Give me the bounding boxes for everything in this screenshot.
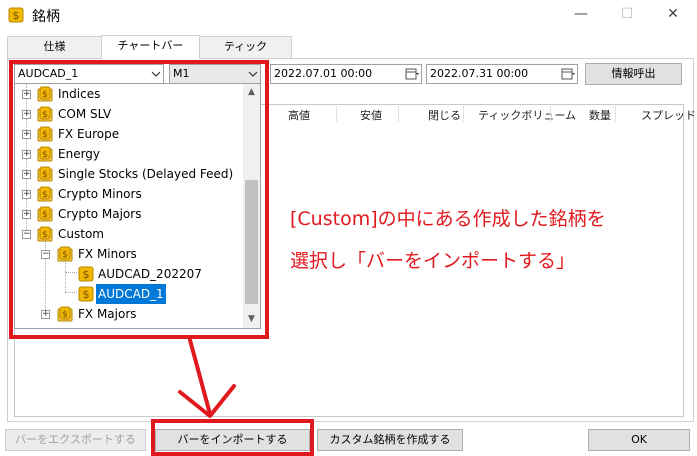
coin-folder-icon: $ [37,126,53,142]
column-header-low[interactable]: 安値 [360,107,382,123]
tree-scrollbar[interactable]: ▲ ▼ [243,84,260,328]
column-divider [463,106,464,122]
column-header-spread[interactable]: スプレッド [641,107,696,123]
title-bar: $ 銘柄 — ☐ ✕ [0,0,697,30]
column-divider [550,106,551,122]
scroll-thumb[interactable] [245,180,258,304]
coin-folder-icon: $ [37,186,53,202]
coin-folder-icon: $ [57,306,73,322]
tree-item-label: FX Minors [78,247,137,261]
date-from-field[interactable]: 2022.07.01 00:00 [270,64,422,84]
svg-text:$: $ [62,250,68,260]
ok-button[interactable]: OK [588,429,690,451]
tab-chart-bars[interactable]: チャートバー [101,35,200,59]
import-bars-button[interactable]: バーをインポートする [155,429,310,451]
scroll-down-icon[interactable]: ▼ [243,311,260,328]
annotation-line-2: 選択し「バーをインポートする」 [290,250,576,272]
tab-specification[interactable]: 仕様 [7,36,102,58]
arrow-annotation [178,338,236,418]
expand-icon[interactable]: + [22,210,31,219]
date-to-field[interactable]: 2022.07.31 00:00 [426,64,578,84]
column-header-tick-volume[interactable]: ティックボリューム [478,107,576,123]
column-divider [336,106,337,122]
tree-item-label: Energy [58,147,101,161]
coin-folder-icon: $ [37,106,53,122]
coin-symbol-icon: $ [78,266,94,282]
annotation-line-1: [Custom]の中にある作成した銘柄を [290,208,606,230]
close-button[interactable]: ✕ [650,0,696,30]
tree-guide-line [65,292,77,293]
expand-icon[interactable]: + [22,110,31,119]
tree-guide-line [65,272,77,273]
svg-text:$: $ [42,110,48,120]
tree-item-label: AUDCAD_202207 [98,267,202,281]
column-header-close[interactable]: 閉じる [428,107,461,123]
symbol-tree[interactable]: + $ Indices + $ COM SLV + $ FX Europe + … [14,83,261,329]
date-from-value: 2022.07.01 00:00 [274,67,373,80]
column-header-volume[interactable]: 数量 [589,107,611,123]
minimize-button[interactable]: — [558,0,604,30]
collapse-icon[interactable]: − [41,250,50,259]
scroll-up-icon[interactable]: ▲ [243,84,260,101]
chevron-down-icon [248,71,258,77]
svg-text:$: $ [42,90,48,100]
tree-item-label: Crypto Minors [58,187,142,201]
coin-folder-icon: $ [37,86,53,102]
svg-text:$: $ [42,170,48,180]
chevron-down-icon [151,71,161,77]
column-divider [398,106,399,122]
request-button[interactable]: 情報呼出 [585,63,682,85]
date-to-value: 2022.07.31 00:00 [430,67,529,80]
calendar-icon[interactable] [405,67,419,81]
svg-text:$: $ [83,268,90,281]
svg-text:$: $ [42,210,48,220]
maximize-button[interactable]: ☐ [604,0,650,30]
symbol-select[interactable]: AUDCAD_1 [14,64,164,84]
column-header-high[interactable]: 高値 [288,107,310,123]
tab-ticks[interactable]: ティック [199,36,292,58]
expand-icon[interactable]: + [22,190,31,199]
expand-icon[interactable]: + [22,170,31,179]
tree-item-label: COM SLV [58,107,112,121]
coin-icon: $ [8,7,24,23]
coin-folder-icon: $ [37,146,53,162]
coin-symbol-icon: $ [78,286,94,302]
tree-guide-line [65,260,66,292]
svg-text:$: $ [42,150,48,160]
tree-item-label: FX Majors [78,307,137,321]
tree-item-label: FX Europe [58,127,120,141]
symbol-select-value: AUDCAD_1 [18,67,79,80]
window-title: 銘柄 [32,9,60,25]
svg-text:$: $ [42,230,48,240]
svg-text:$: $ [42,190,48,200]
expand-icon[interactable]: + [22,130,31,139]
expand-icon[interactable]: + [41,310,50,319]
coin-folder-icon: $ [37,166,53,182]
timeframe-select-value: M1 [173,67,190,80]
tree-item-label: Custom [58,227,104,241]
calendar-icon[interactable] [561,67,575,81]
svg-text:$: $ [83,288,90,301]
tree-item-label: Crypto Majors [58,207,142,221]
collapse-icon[interactable]: − [22,230,31,239]
column-divider [615,106,616,122]
coin-folder-icon: $ [37,226,53,242]
tree-item-label: Indices [58,87,101,101]
expand-icon[interactable]: + [22,90,31,99]
coin-folder-icon: $ [57,246,73,262]
create-custom-symbol-button[interactable]: カスタム銘柄を作成する [317,429,463,451]
svg-text:$: $ [62,310,68,320]
tree-item-label: Single Stocks (Delayed Feed) [58,167,234,181]
export-bars-button[interactable]: バーをエクスポートする [5,429,146,451]
coin-folder-icon: $ [37,206,53,222]
svg-text:$: $ [42,130,48,140]
tree-item-label-selected: AUDCAD_1 [96,284,166,304]
timeframe-select[interactable]: M1 [169,64,261,84]
expand-icon[interactable]: + [22,150,31,159]
svg-text:$: $ [13,9,20,22]
